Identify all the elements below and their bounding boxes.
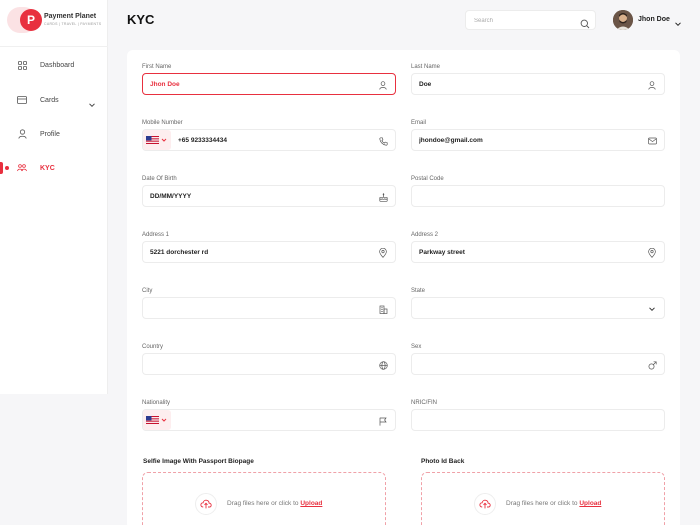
logo-mark: P bbox=[20, 9, 42, 31]
divider bbox=[0, 46, 108, 47]
field-label: Nationality bbox=[142, 400, 171, 406]
sidebar-item-label: Profile bbox=[40, 130, 60, 138]
upload-instruction: Drag files here or click to bbox=[506, 500, 578, 507]
chevron-down-icon[interactable] bbox=[88, 96, 96, 108]
kyc-icon bbox=[17, 163, 27, 173]
mail-icon bbox=[647, 136, 657, 146]
field-label: Address 1 bbox=[142, 232, 170, 238]
search-bar[interactable] bbox=[465, 10, 596, 30]
brand-name: Payment Planet bbox=[44, 13, 97, 20]
location-pin-icon bbox=[647, 248, 657, 258]
sidebar-item-profile[interactable]: Profile bbox=[0, 124, 108, 144]
date-of-birth-input[interactable] bbox=[150, 191, 350, 202]
selfie-upload-dropzone[interactable]: Drag files here or click to Upload bbox=[142, 472, 386, 525]
field-label: Sex bbox=[411, 344, 422, 350]
field-label: Mobile Number bbox=[142, 120, 183, 126]
chevron-down-icon[interactable] bbox=[674, 15, 682, 27]
card-icon bbox=[17, 95, 27, 105]
address-1-input[interactable] bbox=[150, 247, 350, 258]
search-icon[interactable] bbox=[580, 16, 590, 29]
sidebar-item-label: Cards bbox=[40, 96, 59, 104]
sidebar: P Payment Planet CARDS | TRAVEL | PAYMEN… bbox=[0, 0, 108, 394]
upload-title: Selfie Image With Passport Biopage bbox=[143, 458, 254, 465]
globe-icon bbox=[378, 360, 388, 370]
brand-logo[interactable]: P Payment Planet CARDS | TRAVEL | PAYMEN… bbox=[7, 7, 102, 33]
upload-link[interactable]: Upload bbox=[579, 500, 601, 507]
active-dot bbox=[5, 166, 9, 170]
cloud-upload-icon[interactable] bbox=[474, 493, 496, 515]
us-flag-icon bbox=[146, 416, 159, 424]
last-name-input[interactable] bbox=[419, 79, 619, 90]
city-input[interactable] bbox=[150, 303, 350, 314]
upload-link[interactable]: Upload bbox=[300, 500, 322, 507]
cloud-upload-icon[interactable] bbox=[195, 493, 217, 515]
state-input[interactable] bbox=[419, 303, 619, 314]
nric-fin-input[interactable] bbox=[419, 415, 619, 426]
field-label: Email bbox=[411, 120, 427, 126]
field-label: Address 2 bbox=[411, 232, 439, 238]
search-input[interactable] bbox=[474, 15, 574, 26]
state-select[interactable] bbox=[411, 297, 665, 319]
cake-icon bbox=[378, 192, 388, 202]
field-label: Postal Code bbox=[411, 176, 444, 182]
sidebar-item-dashboard[interactable]: Dashboard bbox=[0, 55, 108, 75]
avatar[interactable] bbox=[613, 10, 633, 30]
grid-icon bbox=[17, 60, 27, 70]
postal-code-input[interactable] bbox=[419, 191, 619, 202]
field-label: Date Of Birth bbox=[142, 176, 177, 182]
chevron-down-icon bbox=[161, 138, 167, 142]
user-icon bbox=[378, 80, 388, 90]
user-icon bbox=[647, 80, 657, 90]
brand-tagline: CARDS | TRAVEL | PAYMENTS bbox=[44, 22, 102, 26]
country-code-select[interactable] bbox=[143, 130, 171, 150]
mobile-number-input[interactable] bbox=[178, 135, 378, 146]
upload-title: Photo Id Back bbox=[421, 458, 465, 465]
first-name-input[interactable] bbox=[150, 79, 350, 90]
chevron-down-icon[interactable] bbox=[647, 304, 657, 314]
sidebar-item-label: Dashboard bbox=[40, 61, 75, 69]
city-building-icon bbox=[378, 304, 388, 314]
field-label: NRIC/FIN bbox=[411, 400, 437, 406]
email-input[interactable] bbox=[419, 135, 619, 146]
flag-icon bbox=[378, 416, 388, 426]
us-flag-icon bbox=[146, 136, 159, 144]
chevron-down-icon bbox=[161, 418, 167, 422]
upload-instruction: Drag files here or click to bbox=[227, 500, 299, 507]
photo-id-back-upload-dropzone[interactable]: Drag files here or click to Upload bbox=[421, 472, 665, 525]
active-indicator bbox=[0, 162, 3, 174]
user-icon bbox=[17, 129, 27, 139]
user-name[interactable]: Jhon Doe bbox=[638, 16, 670, 23]
sidebar-item-kyc[interactable]: KYC bbox=[0, 158, 108, 178]
address-2-input[interactable] bbox=[419, 247, 619, 258]
field-label: First Name bbox=[142, 64, 172, 70]
phone-icon bbox=[378, 136, 388, 146]
sidebar-item-cards[interactable]: Cards bbox=[0, 90, 108, 110]
field-label: City bbox=[142, 288, 153, 294]
nationality-input[interactable] bbox=[178, 415, 378, 426]
male-gender-icon bbox=[647, 360, 657, 370]
field-label: Last Name bbox=[411, 64, 441, 70]
nationality-select[interactable] bbox=[143, 410, 171, 430]
page-title: KYC bbox=[127, 12, 155, 27]
field-label: State bbox=[411, 288, 426, 294]
location-pin-icon bbox=[378, 248, 388, 258]
sidebar-item-label: KYC bbox=[40, 164, 55, 172]
sex-input[interactable] bbox=[419, 359, 619, 370]
country-input[interactable] bbox=[150, 359, 350, 370]
kyc-form-card: First Name Last Name Mobile Number bbox=[127, 50, 680, 525]
field-label: Country bbox=[142, 344, 164, 350]
